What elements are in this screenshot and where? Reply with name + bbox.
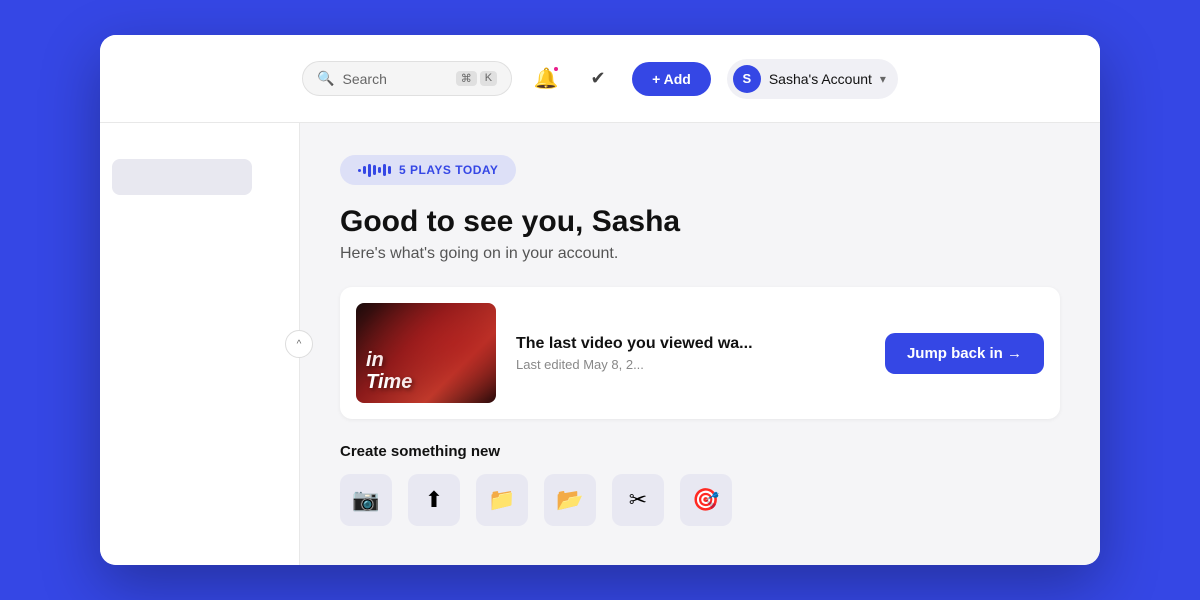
waveform-icon [358, 164, 391, 177]
account-pill[interactable]: S Sasha's Account ▾ [727, 59, 898, 99]
last-video-card: in Time The last video you viewed wa... … [340, 287, 1060, 419]
video-date: Last edited May 8, 2... [516, 357, 865, 372]
search-shortcut: ⌘ K [456, 71, 497, 86]
sidebar: ^ [100, 123, 300, 565]
waveform-bar-5 [378, 167, 381, 173]
sidebar-placeholder [112, 159, 252, 195]
upload-icon[interactable]: ⬆ [408, 474, 460, 526]
search-box[interactable]: 🔍 Search ⌘ K [302, 61, 512, 96]
check-icon[interactable]: ✔ [580, 61, 616, 97]
folder-open-icon[interactable]: 📂 [544, 474, 596, 526]
notifications-bell[interactable]: 🔔 [528, 61, 564, 97]
waveform-bar-6 [383, 164, 386, 176]
notification-dot [552, 65, 560, 73]
create-icons-row: 📷 ⬆ 📁 📂 ✂ 🎯 [340, 474, 1060, 526]
create-section-title: Create something new [340, 443, 1060, 460]
content-area: 5 PLAYS TODAY Good to see you, Sasha Her… [300, 123, 1100, 565]
waveform-bar-7 [388, 166, 391, 174]
sidebar-collapse-button[interactable]: ^ [285, 330, 313, 358]
search-icon: 🔍 [317, 70, 334, 87]
welcome-title: Good to see you, Sasha [340, 205, 1060, 239]
chevron-down-icon: ▾ [880, 72, 886, 86]
video-description: The last video you viewed wa... [516, 335, 865, 353]
waveform-bar-2 [363, 166, 366, 174]
top-bar: 🔍 Search ⌘ K 🔔 ✔ + Add S Sasha's Account… [100, 35, 1100, 123]
video-thumbnail: in Time [356, 303, 496, 403]
waveform-bar-1 [358, 169, 361, 172]
account-name-label: Sasha's Account [769, 71, 872, 87]
jump-back-button[interactable]: Jump back in → [885, 333, 1044, 374]
camera-icon[interactable]: 📷 [340, 474, 392, 526]
search-label: Search [343, 71, 448, 87]
browser-window: 🔍 Search ⌘ K 🔔 ✔ + Add S Sasha's Account… [100, 35, 1100, 565]
thumbnail-overlay [356, 303, 496, 403]
plays-badge: 5 PLAYS TODAY [340, 155, 516, 185]
welcome-subtitle: Here's what's going on in your account. [340, 245, 1060, 263]
key-k: K [480, 71, 497, 86]
add-button-label: + Add [652, 71, 691, 87]
waveform-bar-4 [373, 165, 376, 175]
folder-icon[interactable]: 📁 [476, 474, 528, 526]
target-icon[interactable]: 🎯 [680, 474, 732, 526]
avatar: S [733, 65, 761, 93]
scissors-icon[interactable]: ✂ [612, 474, 664, 526]
main-layout: ^ 5 PLAYS TODAY Good to see you, Sasha [100, 123, 1100, 565]
video-info: The last video you viewed wa... Last edi… [516, 335, 865, 372]
plays-text: 5 PLAYS TODAY [399, 163, 498, 177]
add-button[interactable]: + Add [632, 62, 711, 96]
waveform-bar-3 [368, 164, 371, 177]
key-cmd: ⌘ [456, 71, 477, 86]
